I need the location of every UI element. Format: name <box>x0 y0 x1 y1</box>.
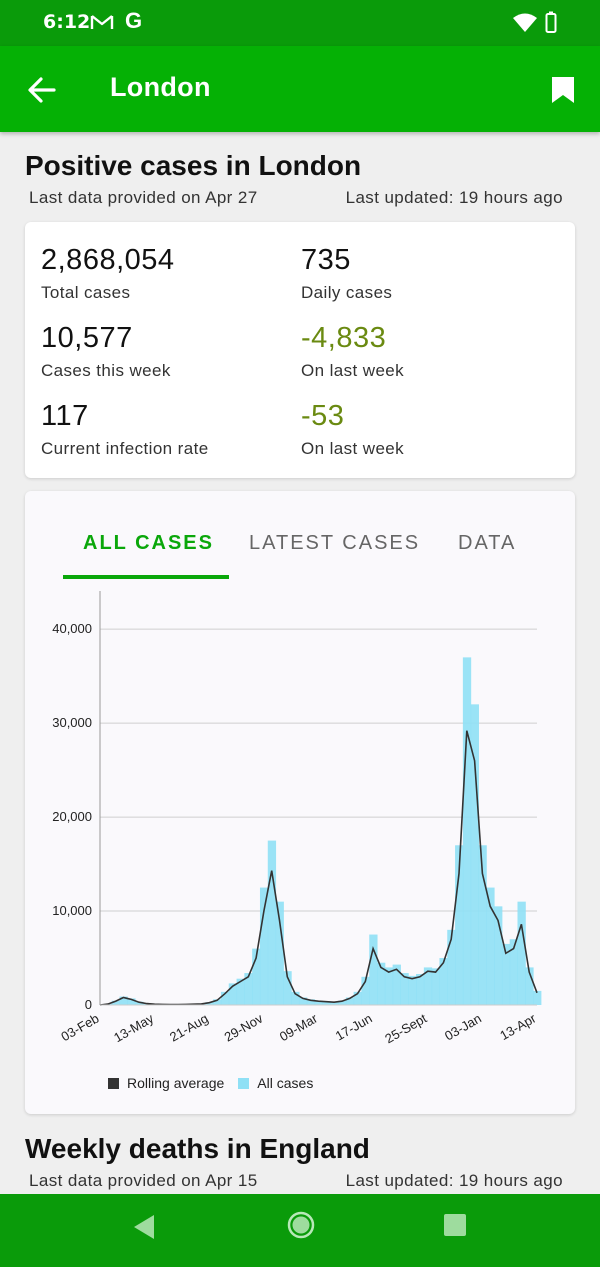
x-tick-label: 03-Feb <box>58 1011 101 1045</box>
stat-label: Current infection rate <box>41 439 209 458</box>
legend-swatch <box>238 1077 250 1089</box>
tab-indicator <box>63 575 229 579</box>
cases-chart: 0 10,000 20,000 30,000 40,000 03-Feb 13-May 21-… <box>52 591 542 1046</box>
stat-daily-cases: 735 Daily cases <box>301 244 392 303</box>
tab-all-cases[interactable]: ALL CASES <box>83 532 214 555</box>
stat-value: 735 <box>301 244 351 276</box>
app-title: London <box>110 72 211 102</box>
google-icon: G <box>125 8 143 33</box>
bookmark-icon[interactable] <box>551 76 575 104</box>
stat-value: 10,577 <box>41 322 133 354</box>
x-tick-label: 13-Apr <box>497 1010 539 1043</box>
deaths-section-title: Weekly deaths in England <box>25 1133 370 1164</box>
stat-week-change: -4,833 On last week <box>301 322 404 381</box>
y-tick-label: 10,000 <box>52 903 92 918</box>
stat-total-cases: 2,868,054 Total cases <box>41 244 175 303</box>
bar-all-cases <box>408 975 417 1005</box>
bar-all-cases <box>447 929 456 1005</box>
x-tick-label: 25-Sept <box>382 1010 429 1046</box>
chart-legend: Rolling average All cases <box>108 1075 327 1091</box>
gmail-icon <box>90 13 114 35</box>
app-bar: London <box>0 46 600 132</box>
y-tick-label: 20,000 <box>52 809 92 824</box>
tab-data[interactable]: DATA <box>458 532 516 555</box>
battery-icon <box>545 11 557 37</box>
y-tick-label: 0 <box>85 997 92 1012</box>
stat-value: 117 <box>41 400 89 432</box>
stat-label: On last week <box>301 361 405 380</box>
stat-label: Total cases <box>41 283 131 302</box>
stat-value: -53 <box>301 400 345 432</box>
stats-card: 2,868,054 Total cases 735 Daily cases 10… <box>25 222 575 478</box>
cases-section-title: Positive cases in London <box>25 150 362 181</box>
y-tick-label: 30,000 <box>52 715 92 730</box>
legend-label: All cases <box>257 1075 314 1091</box>
nav-recents-icon[interactable] <box>443 1213 467 1241</box>
navigation-bar <box>0 1194 600 1267</box>
stat-label: Cases this week <box>41 361 171 380</box>
bar-all-cases <box>431 968 440 1005</box>
bar-all-cases <box>517 901 526 1005</box>
legend-item-rolling-average: Rolling average <box>108 1075 224 1091</box>
stat-label: On last week <box>301 439 405 458</box>
x-tick-label: 13-May <box>111 1010 156 1045</box>
x-tick-label: 17-Jun <box>333 1011 375 1044</box>
y-tick-label: 40,000 <box>52 621 92 636</box>
nav-home-icon[interactable] <box>287 1211 315 1243</box>
bar-all-cases <box>533 990 542 1005</box>
bar-all-cases <box>369 934 378 1005</box>
x-tick-label: 29-Nov <box>222 1010 266 1044</box>
legend-label: Rolling average <box>127 1075 225 1091</box>
legend-swatch <box>108 1077 119 1089</box>
stat-label: Daily cases <box>301 283 393 302</box>
cases-last-updated: Last updated: 19 hours ago <box>345 188 563 207</box>
bar-all-cases <box>259 887 269 1005</box>
bar-all-cases <box>462 657 472 1005</box>
stat-cases-this-week: 10,577 Cases this week <box>41 322 171 381</box>
deaths-last-data: Last data provided on Apr 15 <box>29 1171 258 1190</box>
bar-all-cases <box>267 840 277 1005</box>
x-tick-label: 09-Mar <box>277 1010 321 1044</box>
status-time: 6:12 <box>43 11 91 33</box>
cases-last-data: Last data provided on Apr 27 <box>29 188 258 207</box>
nav-back-icon[interactable] <box>133 1214 155 1244</box>
x-tick-label: 03-Jan <box>442 1011 484 1044</box>
deaths-last-updated: Last updated: 19 hours ago <box>345 1171 563 1190</box>
stat-rate-change: -53 On last week <box>301 400 404 459</box>
wifi-icon <box>513 13 537 37</box>
stat-value: -4,833 <box>301 322 387 354</box>
legend-item-all-cases: All cases <box>238 1075 313 1091</box>
stat-value: 2,868,054 <box>41 244 175 276</box>
back-arrow-icon[interactable] <box>26 76 58 104</box>
bar-all-cases <box>384 967 394 1005</box>
x-tick-label: 21-Aug <box>167 1011 211 1045</box>
bar-all-cases <box>416 973 425 1005</box>
tab-latest-cases[interactable]: LATEST CASES <box>249 532 420 555</box>
chart-card: ALL CASES LATEST CASES DATA 0 10,000 20,00… <box>25 491 575 1114</box>
status-bar: 6:12 G <box>0 0 600 46</box>
stat-infection-rate: 117 Current infection rate <box>41 400 209 459</box>
